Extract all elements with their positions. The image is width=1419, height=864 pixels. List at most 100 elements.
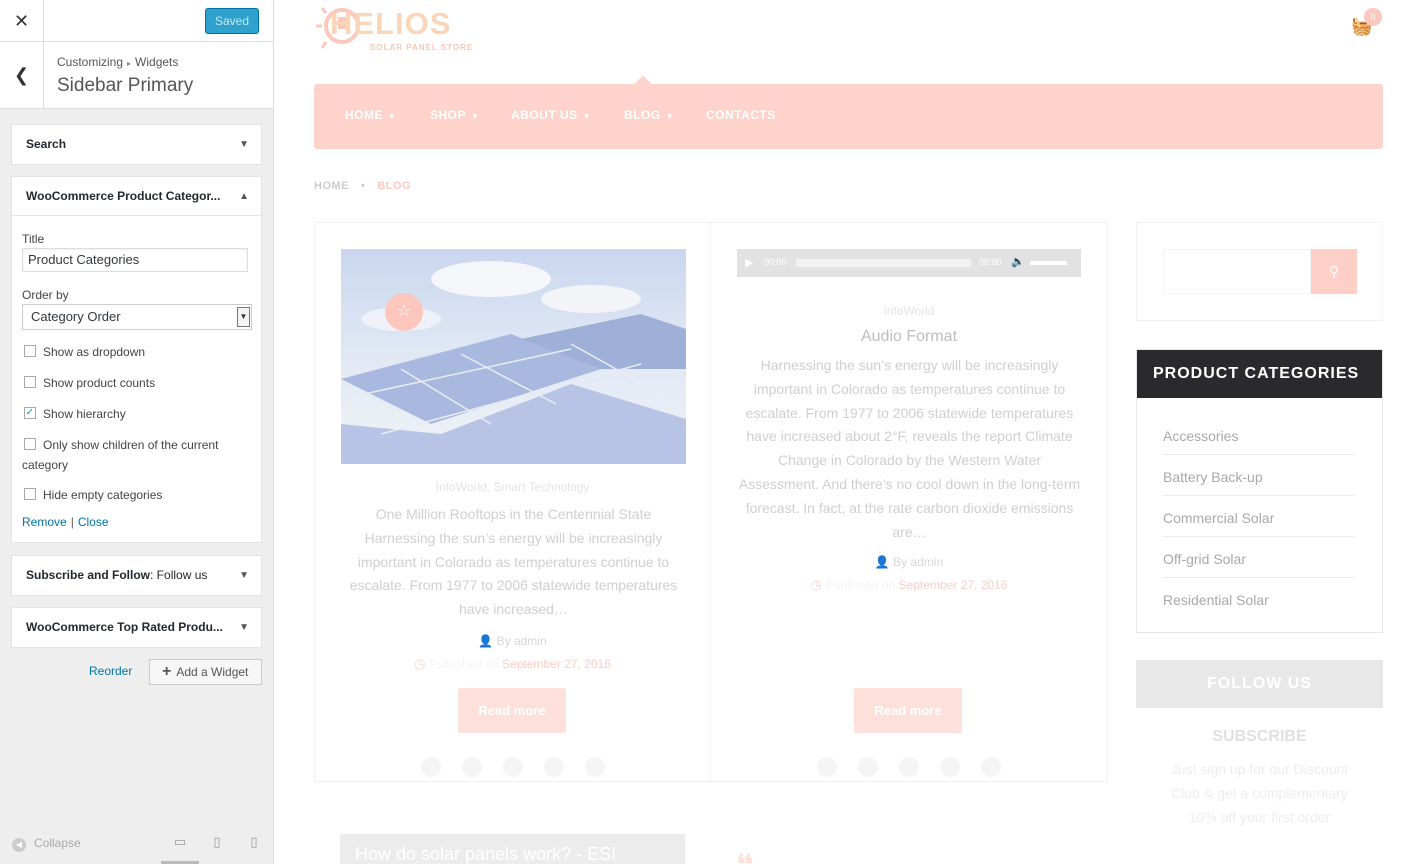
post-title[interactable]: Audio Format [711,328,1107,346]
nav-item-blog[interactable]: BLOG ▼ [624,108,674,122]
post-categories[interactable]: InfoWorld, Smart Technology [315,480,710,494]
option-label: Show hierarchy [43,407,126,421]
date-label[interactable]: September 27, 2016 [899,578,1008,592]
panel-footer: ◀ Collapse ▭ ▯ ▯ [0,824,273,864]
twitter-icon[interactable] [462,757,482,777]
search-icon[interactable]: ⚲ [1311,249,1357,294]
audio-progress-bar[interactable] [796,259,971,267]
site-preview: HELIOS SOLAR PANEL STORE 🧺 0 HOME ▼ SHOP ▼… [274,0,1419,864]
page-breadcrumb: HOME • BLOG [314,180,411,192]
facebook-icon[interactable] [817,757,837,777]
checkmark-icon[interactable]: ✓ [24,407,36,419]
category-link[interactable]: Commercial Solar [1163,496,1355,537]
nav-label: SHOP [430,108,467,122]
category-link[interactable]: Accessories [1163,414,1355,455]
option-show-hierarchy[interactable]: ✓ Show hierarchy [22,404,251,424]
nav-item-shop[interactable]: SHOP ▼ [430,108,479,122]
post-excerpt: Harnessing the sun’s energy will be incr… [738,357,1081,540]
widget-header[interactable]: WooCommerce Product Categor... ▲ [12,177,261,216]
star-icon[interactable]: ☆ [385,293,423,331]
separator: | [70,515,74,529]
breadcrumb-home[interactable]: HOME [314,180,349,192]
title-input[interactable]: Product Categories [22,248,248,272]
pinterest-icon[interactable] [585,757,605,777]
post-author: 👤 By admin [711,555,1107,569]
google-plus-icon[interactable] [899,757,919,777]
add-widget-button[interactable]: + Add a Widget [149,659,262,685]
checkbox[interactable] [24,488,36,500]
close-link[interactable]: Close [78,515,109,529]
checkbox[interactable] [24,438,36,450]
close-icon[interactable]: ✕ [0,0,44,42]
mobile-preview-icon[interactable]: ▯ [246,834,262,850]
logo-name[interactable]: HELIOS [330,6,451,42]
nav-label: BLOG [624,108,661,122]
category-link[interactable]: Battery Back-up [1163,455,1355,496]
pinterest-icon[interactable] [981,757,1001,777]
widget-subscribe[interactable]: Subscribe and Follow: Follow us ▼ [11,555,262,596]
option-show-dropdown[interactable]: Show as dropdown [22,342,251,362]
option-only-children[interactable]: Only show children of the current catego… [22,435,251,475]
linkedin-icon[interactable] [544,757,564,777]
date-label[interactable]: September 27, 2016 [502,657,611,671]
tablet-preview-icon[interactable]: ▯ [209,834,225,850]
widget-actions: Remove | Close [22,515,251,529]
widget-search[interactable]: Search ▼ [11,124,262,165]
orderby-select[interactable]: Category Order ▼ [22,304,252,330]
widget-header[interactable]: Subscribe and Follow: Follow us ▼ [12,556,261,595]
search-input[interactable] [1163,249,1311,294]
collapse-button[interactable]: ◀ Collapse [12,836,81,852]
google-plus-icon[interactable] [503,757,523,777]
option-show-counts[interactable]: Show product counts [22,373,251,393]
author-label[interactable]: By admin [497,634,547,648]
play-icon[interactable]: ▶ [745,256,753,269]
post-categories[interactable]: InfoWorld [711,304,1107,318]
breadcrumb-dot: • [361,180,366,192]
volume-slider[interactable] [1030,261,1067,265]
expand-arrow-icon[interactable]: ▼ [239,125,249,164]
widget-top-rated[interactable]: WooCommerce Top Rated Produ... ▼ [11,607,262,648]
post-author: 👤 By admin [315,634,710,648]
widget-heading: PRODUCT CATEGORIES [1137,350,1382,398]
checkbox[interactable] [24,345,36,357]
linkedin-icon[interactable] [940,757,960,777]
nav-item-about[interactable]: ABOUT US ▼ [511,108,591,122]
volume-icon[interactable]: 🔈 [1011,255,1025,268]
clock-icon: ◷ [810,577,822,592]
widget-header[interactable]: WooCommerce Top Rated Produ... ▼ [12,608,261,647]
reorder-link[interactable]: Reorder [89,664,132,678]
read-more-button[interactable]: Read more [458,688,566,733]
cart-count-badge: 0 [1364,8,1382,26]
widget-title: WooCommerce Product Categor... [26,189,221,203]
dropdown-arrow-icon[interactable]: ▼ [237,307,250,327]
post-excerpt: One Million Rooftops in the Centennial S… [349,506,678,618]
read-more-button[interactable]: Read more [854,688,962,733]
chevron-down-icon: ▼ [582,112,592,121]
facebook-icon[interactable] [421,757,441,777]
nav-item-home[interactable]: HOME ▼ [345,108,396,122]
checkbox[interactable] [24,376,36,388]
desktop-preview-icon[interactable]: ▭ [172,834,188,850]
widget-header[interactable]: Search ▼ [12,125,261,164]
subscribe-text: Just sign up for our Discount Club & get… [1170,761,1349,825]
post-image[interactable]: ☆ [341,249,686,464]
expand-arrow-icon[interactable]: ▼ [239,608,249,647]
expand-arrow-icon[interactable]: ▼ [239,556,249,595]
collapse-arrow-icon[interactable]: ▲ [239,177,249,216]
video-strip[interactable]: How do solar panels work? - ESI [340,834,685,864]
share-icons [421,757,607,779]
saved-button[interactable]: Saved [205,8,259,34]
option-hide-empty[interactable]: Hide empty categories [22,485,251,505]
published-label: Published on [825,578,899,592]
audio-current-time: 00:00 [764,257,787,267]
option-label: Only show children of the current catego… [22,438,219,472]
category-link[interactable]: Residential Solar [1163,578,1355,619]
twitter-icon[interactable] [858,757,878,777]
remove-link[interactable]: Remove [22,515,67,529]
chevron-down-icon: ▼ [665,112,675,121]
nav-item-contacts[interactable]: CONTACTS [706,108,776,122]
category-link[interactable]: Off-grid Solar [1163,537,1355,578]
back-arrow-icon[interactable]: ❮ [0,42,44,108]
blog-post: ▶ 00:00 00:00 🔈 InfoWorld Audio Format H… [711,222,1108,782]
author-label[interactable]: By admin [893,555,943,569]
